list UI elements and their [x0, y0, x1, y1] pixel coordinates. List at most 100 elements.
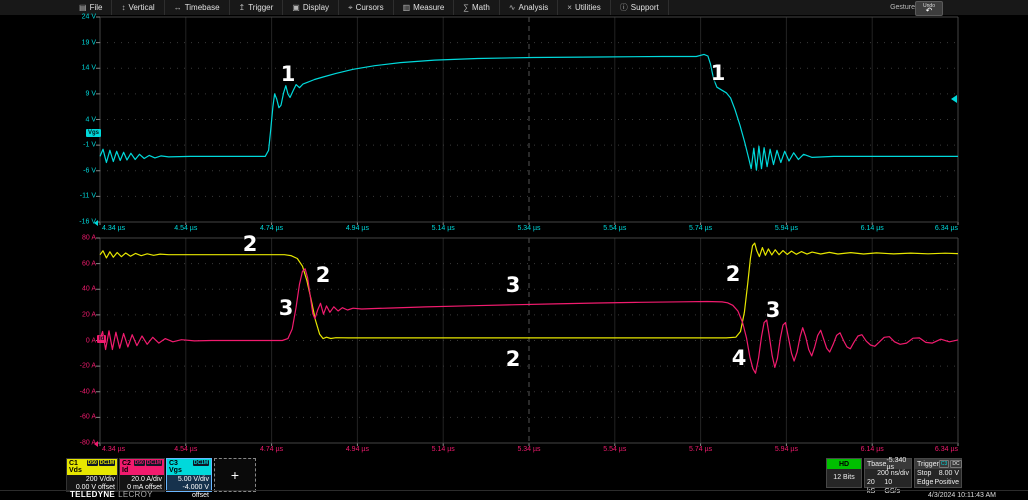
- trigger-time-marker-bottom[interactable]: [94, 441, 98, 447]
- coupling-badge: DC1M: [98, 460, 115, 466]
- channel-name: Vds: [69, 467, 82, 474]
- x-axis-label: 5.94 µs: [774, 225, 798, 232]
- footer-bar: TELEDYNE LECROY 4/3/2024 10:11:43 AM: [0, 490, 1028, 500]
- x-axis-label: 5.14 µs: [431, 225, 455, 232]
- x-axis-label: 4.34 µs: [102, 225, 126, 232]
- bottom-graticule[interactable]: [96, 237, 959, 446]
- coupling-badge: DC1M: [145, 460, 162, 466]
- y-axis-label: 20 A: [81, 311, 96, 319]
- trigger-title: Trigger: [917, 460, 939, 468]
- y-axis-label: -1 V: [83, 141, 96, 149]
- probe-badge: D50: [86, 460, 98, 466]
- probe-badge: D50: [133, 460, 145, 466]
- timestamp: 4/3/2024 10:11:43 AM: [928, 492, 996, 499]
- y-axis-label: 80 A: [81, 234, 96, 242]
- trigger-box[interactable]: Trigger C3 DC Stop 8.00 V Edge Positive: [914, 458, 962, 488]
- menu-item-trigger[interactable]: ↥ Trigger: [230, 0, 284, 15]
- channel-id: C2: [122, 459, 131, 467]
- timebase-box[interactable]: Tbase -5.340 µs 200 ns/div 20 kS 10 GS/s: [864, 457, 912, 495]
- channel-descriptor-c1[interactable]: C1 D50 DC1M Vds 200 V/div 0.00 V offset: [66, 458, 118, 492]
- vgs-trace-marker[interactable]: Vgs: [86, 129, 102, 137]
- menu-item-analysis[interactable]: ∿ Analysis: [500, 0, 559, 15]
- y-axis-label: 60 A: [81, 260, 96, 268]
- menu-item-label: Analysis: [518, 3, 549, 12]
- channel-scale: 200 V/div: [85, 476, 115, 483]
- y-axis-label: 40 A: [81, 285, 96, 293]
- trigger-slope: Positive: [934, 479, 959, 486]
- y-axis-label: -40 A: [79, 388, 96, 396]
- y-axis-label: -11 V: [79, 192, 96, 200]
- y-axis-label: -60 A: [79, 413, 96, 421]
- channel-name: Id: [122, 467, 129, 474]
- y-axis-label: 9 V: [85, 90, 96, 98]
- menu-item-vertical[interactable]: ↕ Vertical: [112, 0, 165, 15]
- waveform-annotation-1: 1: [280, 62, 296, 86]
- menu-item-math[interactable]: ∑ Math: [454, 0, 500, 15]
- timebase-icon: ↔: [173, 3, 182, 12]
- x-axis-label: 4.54 µs: [174, 225, 198, 232]
- menu-item-label: File: [89, 3, 103, 12]
- waveform-annotation-3: 3: [505, 273, 521, 297]
- menu-item-label: Cursors: [355, 3, 384, 12]
- x-axis-label: 5.14 µs: [431, 446, 455, 453]
- waveform-annotation-3: 3: [278, 296, 294, 320]
- menu-item-label: Math: [471, 3, 490, 12]
- x-axis-label: 4.94 µs: [345, 446, 369, 453]
- math-icon: ∑: [463, 3, 469, 12]
- menu-item-support[interactable]: ⓘ Support: [611, 0, 669, 15]
- x-axis-label: 6.34 µs: [934, 225, 958, 232]
- menu-item-display[interactable]: ▣ Display: [283, 0, 340, 15]
- hd-title: HD: [838, 460, 850, 468]
- y-axis-label: 24 V: [81, 13, 96, 21]
- channel-descriptor-c3[interactable]: C3 DC1M Vgs 5.00 V/div -4.000 V offset: [166, 458, 212, 499]
- top-graticule[interactable]: [96, 16, 959, 225]
- menu-item-label: Trigger: [248, 3, 274, 12]
- y-axis-label: -6 V: [83, 167, 96, 175]
- x-axis-label: 4.74 µs: [260, 225, 284, 232]
- trigger-level: 8.00 V: [938, 470, 959, 477]
- trigger-mode: Stop: [917, 470, 932, 477]
- brand-logo: TELEDYNE LECROY: [70, 490, 153, 499]
- menu-item-cursors[interactable]: ⌖ Cursors: [339, 0, 394, 15]
- channel-id: C1: [69, 459, 78, 467]
- waveform-annotation-3: 3: [765, 298, 781, 322]
- x-axis-label: 5.74 µs: [689, 446, 713, 453]
- x-axis-label: 5.34 µs: [517, 225, 541, 232]
- brand-lecroy: LECROY: [118, 490, 153, 499]
- channel-name: Vgs: [169, 467, 182, 474]
- coupling-badge: DC1M: [192, 460, 209, 466]
- x-axis-label: 5.54 µs: [603, 446, 627, 453]
- menu-item-label: Utilities: [574, 3, 601, 12]
- y-axis-label: 19 V: [81, 39, 96, 47]
- undo-button[interactable]: Undo ↶: [915, 1, 943, 16]
- gesture-label: Gesture: [890, 4, 915, 11]
- x-axis-label: 6.14 µs: [860, 446, 884, 453]
- oscilloscope-screen: ▤ File ↕ Vertical ↔ Timebase ↥ Trigger ▣ Disp…: [0, 0, 1028, 500]
- y-axis-label: -16 V: [79, 218, 96, 226]
- menu-item-measure[interactable]: ▥ Measure: [394, 0, 455, 15]
- trigger-time-marker-top[interactable]: [94, 220, 98, 226]
- display-icon: ▣: [292, 3, 300, 12]
- menu-bar: ▤ File ↕ Vertical ↔ Timebase ↥ Trigger ▣ Disp…: [0, 0, 1028, 15]
- menu-item-timebase[interactable]: ↔ Timebase: [165, 0, 230, 15]
- vertical-icon: ↕: [121, 3, 126, 12]
- channel-descriptor-c2[interactable]: C2 D50 DC1M Id 20.0 A/div 0 mA offset: [119, 458, 165, 492]
- add-channel-button[interactable]: +: [214, 458, 256, 492]
- utilities-icon: ×: [567, 3, 572, 12]
- menu-item-label: Vertical: [128, 3, 155, 12]
- id-trace-marker[interactable]: Id: [97, 335, 107, 343]
- hd-resolution-box[interactable]: HD 12 Bits: [826, 458, 862, 488]
- timebase-scale: 200 ns/div: [877, 470, 909, 477]
- menu-item-label: Measure: [413, 3, 445, 12]
- channel-scale: 5.00 V/div: [177, 476, 209, 483]
- trigger-level-marker[interactable]: [951, 95, 957, 103]
- x-axis-label: 4.54 µs: [174, 446, 198, 453]
- support-icon: ⓘ: [619, 3, 628, 12]
- waveform-annotation-2: 2: [315, 263, 331, 287]
- waveform-annotation-2: 2: [242, 232, 258, 256]
- trigger-icon: ↥: [238, 3, 246, 12]
- menu-item-utilities[interactable]: × Utilities: [558, 0, 611, 15]
- menu-item-label: Timebase: [184, 3, 220, 12]
- trigger-type: Edge: [917, 479, 934, 486]
- menu-item-label: Support: [630, 3, 659, 12]
